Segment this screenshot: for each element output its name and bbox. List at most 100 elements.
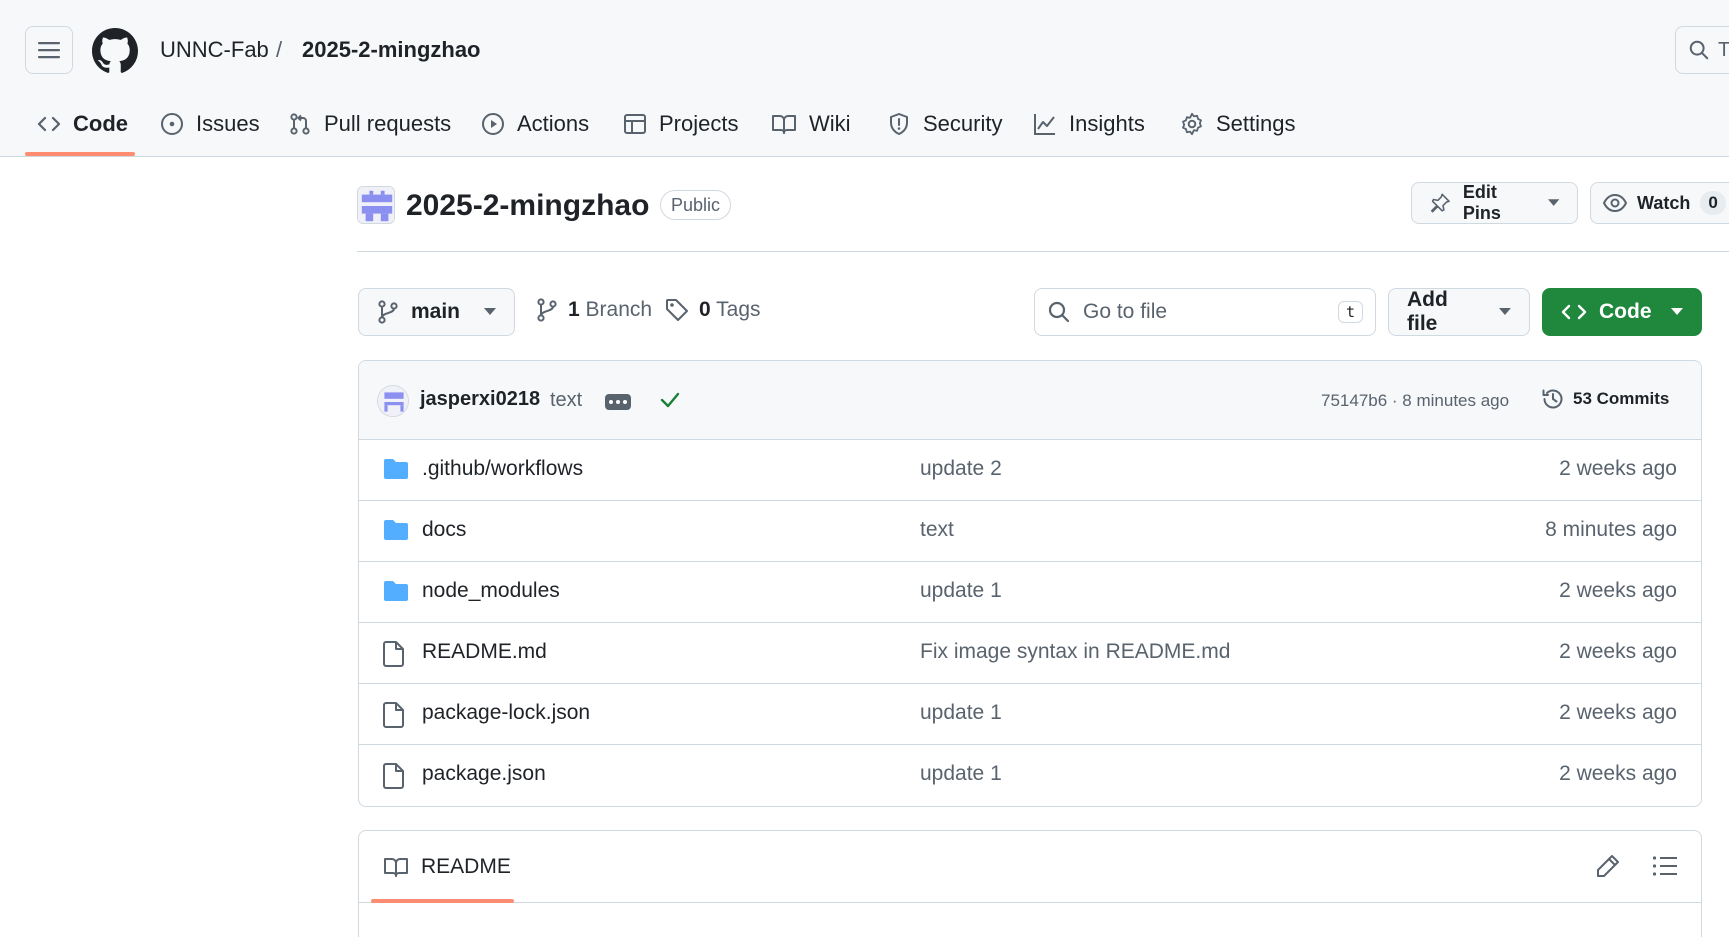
add-file-label: Add file: [1407, 288, 1448, 335]
tab-label: Issues: [196, 111, 260, 136]
file-commit-date: 2 weeks ago: [1559, 701, 1677, 724]
breadcrumb-separator: /: [276, 37, 283, 62]
search-icon: [1048, 301, 1070, 323]
tags-link[interactable]: 0 Tags: [665, 298, 761, 322]
commit-author[interactable]: jasperxi0218: [420, 388, 540, 411]
github-logo-icon[interactable]: [92, 28, 138, 74]
active-tab-indicator: [25, 152, 135, 156]
branches-link[interactable]: 1 Branch: [536, 298, 652, 322]
watch-button[interactable]: Watch 0: [1590, 182, 1729, 224]
book-icon: [384, 858, 408, 877]
repo-owner-avatar[interactable]: [357, 186, 395, 224]
code-button-label: Code: [1599, 300, 1652, 323]
go-to-file-placeholder: Go to file: [1083, 300, 1168, 323]
file-commit-message[interactable]: update 1: [920, 762, 1002, 786]
menu-button[interactable]: [25, 26, 73, 74]
breadcrumb-repo[interactable]: 2025-2-mingzhao: [302, 36, 481, 64]
caret-down-icon: [1547, 199, 1559, 206]
add-file-button[interactable]: Add file: [1388, 288, 1530, 336]
book-icon: [772, 115, 796, 134]
table-row[interactable]: node_modules update 1 2 weeks ago: [359, 562, 1701, 623]
readme-tab[interactable]: README: [383, 855, 511, 879]
edit-pins-button[interactable]: Edit Pins: [1411, 182, 1578, 224]
list-icon[interactable]: [1652, 855, 1678, 877]
file-name-link[interactable]: node_modules: [422, 579, 560, 603]
commit-sha-time[interactable]: 75147b6 · 8 minutes ago: [1321, 391, 1509, 411]
code-icon: [1561, 304, 1587, 320]
go-to-file-input[interactable]: Go to file t: [1034, 288, 1376, 336]
tab-label: Actions: [517, 111, 590, 136]
tab-actions[interactable]: Actions: [469, 98, 601, 150]
readme-header: README: [359, 831, 1701, 903]
file-name-link[interactable]: README.md: [422, 640, 547, 664]
title-divider: [357, 251, 1729, 252]
identicon-icon: [358, 187, 394, 223]
active-tab-indicator: [371, 899, 514, 903]
breadcrumb-owner[interactable]: UNNC-Fab: [160, 36, 269, 64]
commit-message[interactable]: text: [550, 389, 582, 412]
file-name-link[interactable]: package.json: [422, 762, 546, 786]
folder-icon: [384, 581, 408, 601]
table-row[interactable]: .github/workflows update 2 2 weeks ago: [359, 440, 1701, 501]
tab-pull-requests[interactable]: Pull requests: [276, 98, 463, 150]
watch-count: 0: [1700, 191, 1726, 215]
tab-wiki[interactable]: Wiki: [759, 98, 863, 150]
folder-icon: [384, 520, 408, 540]
tab-insights[interactable]: Insights: [1021, 98, 1157, 150]
graph-icon: [1034, 114, 1055, 135]
avatar[interactable]: [377, 385, 409, 417]
file-commit-message[interactable]: update 2: [920, 457, 1002, 481]
tab-label: Security: [923, 111, 1003, 136]
file-name-link[interactable]: package-lock.json: [422, 701, 590, 725]
search-placeholder: T: [1718, 38, 1729, 61]
watch-label: Watch: [1637, 192, 1691, 213]
tab-label: Wiki: [809, 111, 851, 136]
table-row[interactable]: docs text 8 minutes ago: [359, 501, 1701, 562]
tab-code[interactable]: Code: [25, 98, 140, 150]
tab-issues[interactable]: Issues: [148, 98, 272, 150]
file-name-link[interactable]: .github/workflows: [422, 457, 583, 481]
branch-name: main: [411, 300, 461, 323]
file-commit-date: 2 weeks ago: [1559, 579, 1677, 602]
tab-label: Projects: [659, 111, 739, 136]
file-name-link[interactable]: docs: [422, 518, 466, 542]
play-icon: [482, 113, 504, 135]
file-commit-message[interactable]: update 1: [920, 701, 1002, 725]
check-icon[interactable]: [659, 389, 681, 411]
shield-icon: [890, 113, 908, 135]
readme-panel: README: [358, 830, 1702, 937]
search-icon: [1689, 40, 1709, 60]
identicon-icon: [378, 386, 408, 416]
file-icon: [383, 641, 404, 667]
table-row[interactable]: package.json update 1 2 weeks ago: [359, 745, 1701, 806]
commits-count: 53 Commits: [1573, 389, 1670, 408]
table-row[interactable]: README.md Fix image syntax in README.md …: [359, 623, 1701, 684]
pin-icon: [1430, 193, 1450, 213]
folder-icon: [384, 459, 408, 479]
file-commit-message[interactable]: Fix image syntax in README.md: [920, 640, 1230, 664]
repo-title[interactable]: 2025-2-mingzhao: [406, 188, 649, 224]
branch-selector[interactable]: main: [358, 288, 515, 336]
visibility-badge: Public: [660, 190, 732, 220]
eye-icon: [1603, 193, 1627, 213]
global-search-button[interactable]: T: [1675, 26, 1729, 74]
tab-settings[interactable]: Settings: [1168, 98, 1308, 150]
tab-projects[interactable]: Projects: [611, 98, 750, 150]
file-commit-message[interactable]: text: [920, 518, 954, 542]
expand-commit-button[interactable]: [605, 394, 631, 410]
pencil-icon[interactable]: [1595, 853, 1621, 879]
code-icon: [37, 116, 61, 132]
tab-label: Settings: [1216, 111, 1296, 136]
issue-icon: [161, 113, 183, 135]
branch-count: 1: [568, 298, 580, 321]
commits-history-link[interactable]: 53 Commits: [1541, 387, 1669, 411]
table-row[interactable]: package-lock.json update 1 2 weeks ago: [359, 684, 1701, 745]
file-commit-date: 2 weeks ago: [1559, 640, 1677, 663]
file-icon: [383, 702, 404, 728]
file-commit-message[interactable]: update 1: [920, 579, 1002, 603]
tab-security[interactable]: Security: [875, 98, 1014, 150]
gear-icon: [1182, 112, 1202, 136]
code-button[interactable]: Code: [1542, 288, 1702, 336]
file-commit-date: 2 weeks ago: [1559, 457, 1677, 480]
file-browser: jasperxi0218 text 75147b6 · 8 minutes ag…: [358, 360, 1702, 807]
